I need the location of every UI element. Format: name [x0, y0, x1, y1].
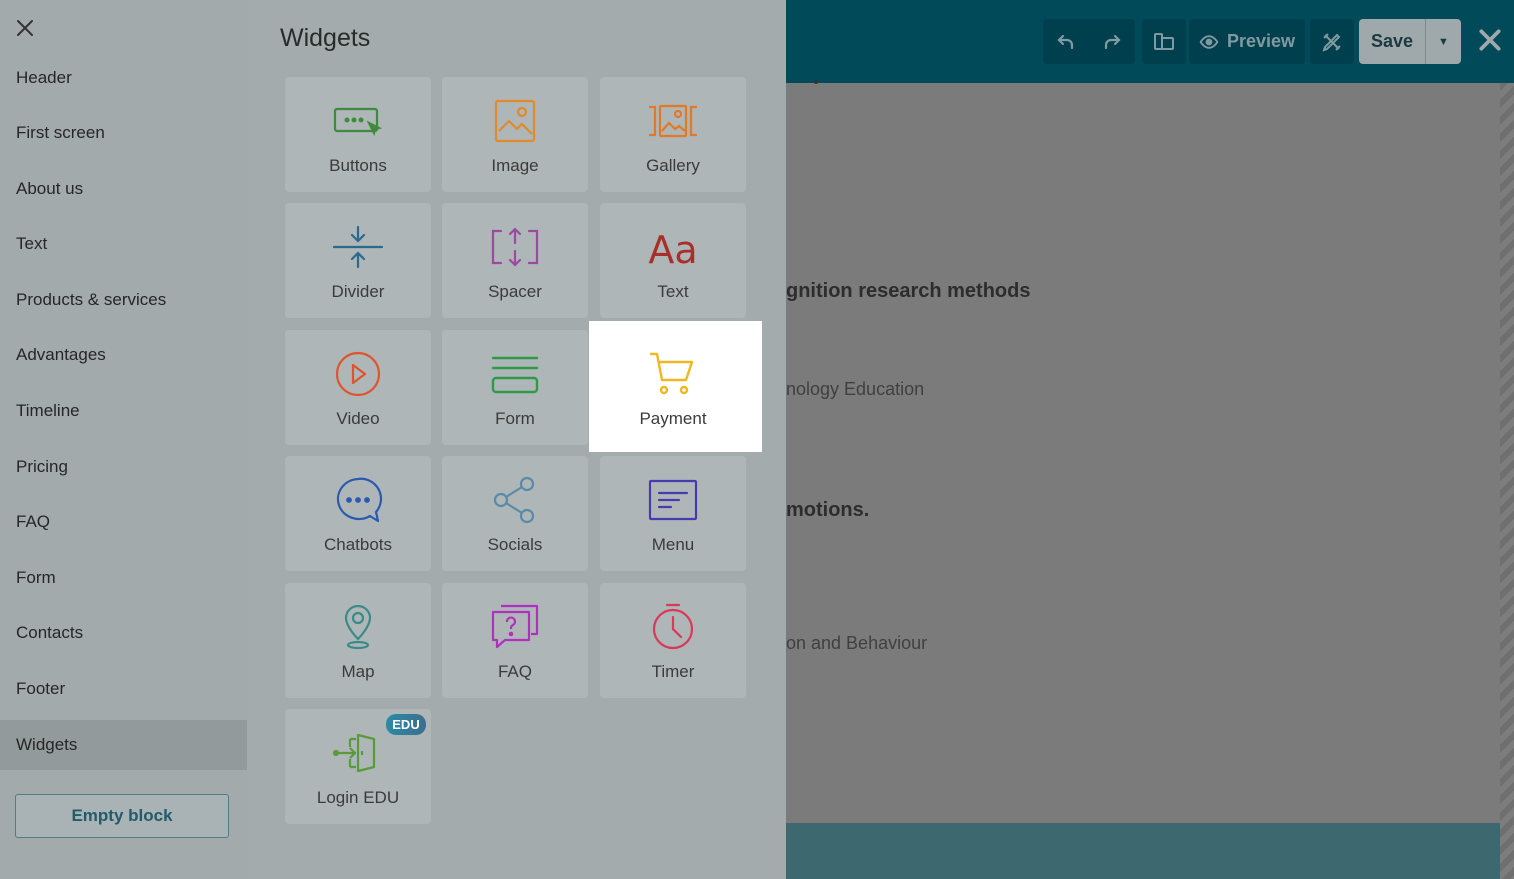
timer-icon [652, 603, 694, 650]
widget-tile-map[interactable]: Map [285, 583, 431, 698]
gallery-icon [649, 104, 697, 138]
undo-redo-group [1043, 19, 1135, 64]
widget-label: Image [491, 156, 539, 175]
widget-tile-spacer[interactable]: Spacer [442, 203, 588, 318]
map-pin-icon [344, 604, 372, 650]
preview-button[interactable]: Preview [1189, 19, 1305, 64]
pencil-ruler-icon [1322, 32, 1341, 52]
redo-button[interactable] [1089, 19, 1135, 64]
sidebar-item-advantages[interactable]: Advantages [0, 330, 247, 380]
devices-button[interactable] [1142, 19, 1186, 64]
widget-label: FAQ [497, 662, 532, 681]
widget-tile-divider[interactable]: Divider [285, 203, 431, 318]
login-icon [332, 733, 376, 773]
widget-tile-payment[interactable]: Payment [600, 330, 746, 445]
widget-label: Form [495, 409, 535, 428]
sidebar-item-timeline[interactable]: Timeline [0, 386, 247, 436]
sidebar-item-header[interactable]: Header [0, 53, 247, 103]
text-icon: Aa [648, 228, 697, 271]
blocks-sidebar: Header First screen About us Text Produc… [0, 0, 247, 879]
widget-tile-chatbots[interactable]: Chatbots [285, 456, 431, 571]
widget-label: Login EDU [316, 788, 400, 807]
save-options-button[interactable]: ▼ [1426, 19, 1461, 64]
share-icon [493, 476, 535, 524]
widget-label: Timer [651, 662, 695, 681]
eye-icon [1199, 34, 1219, 49]
widget-tile-text[interactable]: Aa Text [600, 203, 746, 318]
faq-icon [491, 604, 539, 649]
widget-label: Map [341, 662, 375, 681]
widget-tile-form[interactable]: Form [442, 330, 588, 445]
preview-label: Preview [1226, 31, 1296, 51]
widget-tile-menu[interactable]: Menu [600, 456, 746, 571]
devices-icon [1154, 32, 1174, 50]
widget-label: Gallery [646, 156, 700, 175]
sidebar-item-about-us[interactable]: About us [0, 164, 247, 214]
canvas-text-1: nology Education [786, 379, 925, 399]
caret-down-icon: ▼ [1438, 35, 1449, 48]
svg-text:Aa: Aa [648, 228, 697, 271]
cart-icon [649, 352, 694, 395]
canvas-text-2: on and Behaviour [786, 633, 928, 653]
widget-tile-socials[interactable]: Socials [442, 456, 588, 571]
sidebar-item-footer[interactable]: Footer [0, 664, 247, 714]
sidebar-item-form[interactable]: Form [0, 553, 247, 603]
widget-tile-video[interactable]: Video [285, 330, 431, 445]
video-icon [335, 351, 381, 397]
empty-block-button[interactable]: Empty block [15, 794, 229, 838]
widget-label: Spacer [488, 282, 542, 301]
buttons-icon [333, 107, 383, 137]
widget-label: Payment [639, 409, 707, 428]
widget-label: Socials [487, 535, 543, 554]
sidebar-item-first-screen[interactable]: First screen [0, 108, 247, 158]
widget-label: Chatbots [323, 535, 393, 554]
edu-badge: EDU [386, 714, 426, 735]
widget-label: Buttons [329, 156, 387, 175]
widget-tile-buttons[interactable]: Buttons [285, 77, 431, 192]
sidebar-item-text[interactable]: Text [0, 219, 247, 269]
widget-tile-image[interactable]: Image [442, 77, 588, 192]
canvas-scroll-edge [1500, 83, 1514, 879]
divider-icon [332, 225, 384, 269]
canvas-dot [814, 80, 818, 84]
widget-tile-timer[interactable]: Timer [600, 583, 746, 698]
close-editor-button[interactable] [1474, 24, 1506, 56]
canvas-heading-1: gnition research methods [786, 280, 1031, 302]
sidebar-item-faq[interactable]: FAQ [0, 497, 247, 547]
chatbot-icon [336, 477, 383, 523]
undo-icon [1057, 34, 1074, 49]
save-group: Save ▼ [1359, 19, 1461, 64]
save-button[interactable]: Save [1359, 19, 1426, 64]
widget-label: Menu [651, 535, 695, 554]
image-icon [494, 99, 536, 143]
widget-label: Divider [331, 282, 385, 301]
undo-button[interactable] [1043, 19, 1089, 64]
widget-label: Text [657, 282, 689, 301]
widgets-title: Widgets [280, 24, 371, 52]
close-icon [17, 20, 33, 36]
sidebar-item-products-services[interactable]: Products & services [0, 275, 247, 325]
design-tools-button[interactable] [1310, 19, 1354, 64]
widget-tile-faq[interactable]: FAQ [442, 583, 588, 698]
sidebar-item-contacts[interactable]: Contacts [0, 608, 247, 658]
close-icon [1479, 29, 1501, 51]
widget-tile-gallery[interactable]: Gallery [600, 77, 746, 192]
widget-label: Video [336, 409, 380, 428]
spacer-icon [491, 227, 539, 267]
canvas-heading-2: motions. [786, 499, 870, 521]
sidebar-item-pricing[interactable]: Pricing [0, 442, 247, 492]
close-panel-button[interactable] [14, 17, 36, 39]
sidebar-item-widgets[interactable]: Widgets [0, 720, 247, 770]
redo-icon [1104, 34, 1121, 49]
menu-icon [648, 479, 698, 521]
form-icon [491, 356, 539, 394]
